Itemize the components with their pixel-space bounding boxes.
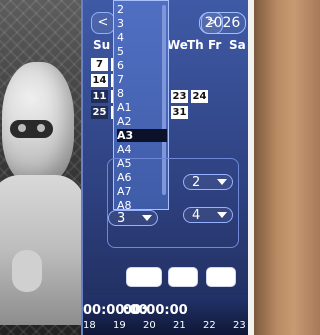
tick-22: 22 — [203, 320, 216, 331]
tick-18: 18 — [83, 320, 96, 331]
dropdown-item-a2[interactable]: A2 — [117, 115, 167, 128]
cctv-photo: < > 2026 Su We Th Fr Sa 7 8 9 10 14 15 1… — [0, 0, 248, 335]
calendar-day-23[interactable]: 23 — [171, 90, 188, 103]
weekday-we: We — [167, 38, 188, 52]
calendar-day-31[interactable]: 31 — [171, 106, 188, 119]
timeline-time-end: 00:00:00 — [123, 303, 188, 318]
person-hand — [12, 250, 42, 292]
left-select[interactable]: 3 — [108, 210, 158, 226]
dropdown-item-2[interactable]: 2 — [117, 3, 167, 16]
year-field[interactable]: 2026 — [199, 12, 246, 34]
dropdown-item-a1[interactable]: A1 — [117, 101, 167, 114]
weekday-th: Th — [187, 38, 204, 52]
settings-panel — [107, 158, 239, 248]
dropdown-item-3[interactable]: 3 — [117, 17, 167, 30]
right-bottom-select[interactable]: 4 — [183, 207, 233, 223]
playback-timeline: 00:00:00 00:00:00 18 19 20 21 22 23 — [83, 295, 248, 335]
dropdown-item-4[interactable]: 4 — [117, 31, 167, 44]
dropdown-item-7[interactable]: 7 — [117, 73, 167, 86]
dropdown-item-5[interactable]: 5 — [117, 45, 167, 58]
prev-button[interactable]: < — [91, 12, 115, 34]
tick-19: 19 — [113, 320, 126, 331]
weekday-fr: Fr — [208, 38, 222, 52]
calendar-day-25[interactable]: 25 — [91, 106, 108, 119]
weekday-su: Su — [93, 38, 111, 52]
tick-21: 21 — [173, 320, 186, 331]
right-top-select[interactable]: 2 — [183, 174, 233, 190]
dropdown-item-6[interactable]: 6 — [117, 59, 167, 72]
door-photo — [254, 0, 320, 335]
tick-20: 20 — [143, 320, 156, 331]
eye-slit — [10, 120, 53, 138]
dropdown-item-8[interactable]: 8 — [117, 87, 167, 100]
calendar-day-11[interactable]: 11 — [91, 90, 108, 103]
search-button[interactable] — [168, 267, 198, 287]
camera-feed — [0, 0, 85, 335]
zoom-button[interactable] — [126, 267, 162, 287]
right-eye — [37, 124, 45, 132]
weekday-sa: Sa — [229, 38, 246, 52]
dropdown-item-a3[interactable]: A3 — [117, 129, 167, 142]
person-body — [0, 175, 85, 325]
left-eye — [18, 124, 26, 132]
timeline-ticks: 18 19 20 21 22 23 — [83, 319, 248, 331]
tick-23: 23 — [233, 320, 246, 331]
dvr-interface: < > 2026 Su We Th Fr Sa 7 8 9 10 14 15 1… — [81, 0, 248, 335]
stop-button[interactable] — [206, 267, 236, 287]
dropdown-item-a4[interactable]: A4 — [117, 143, 167, 156]
calendar-day-24[interactable]: 24 — [191, 90, 208, 103]
calendar-day-14[interactable]: 14 — [91, 74, 108, 87]
calendar-day-7[interactable]: 7 — [91, 58, 108, 71]
